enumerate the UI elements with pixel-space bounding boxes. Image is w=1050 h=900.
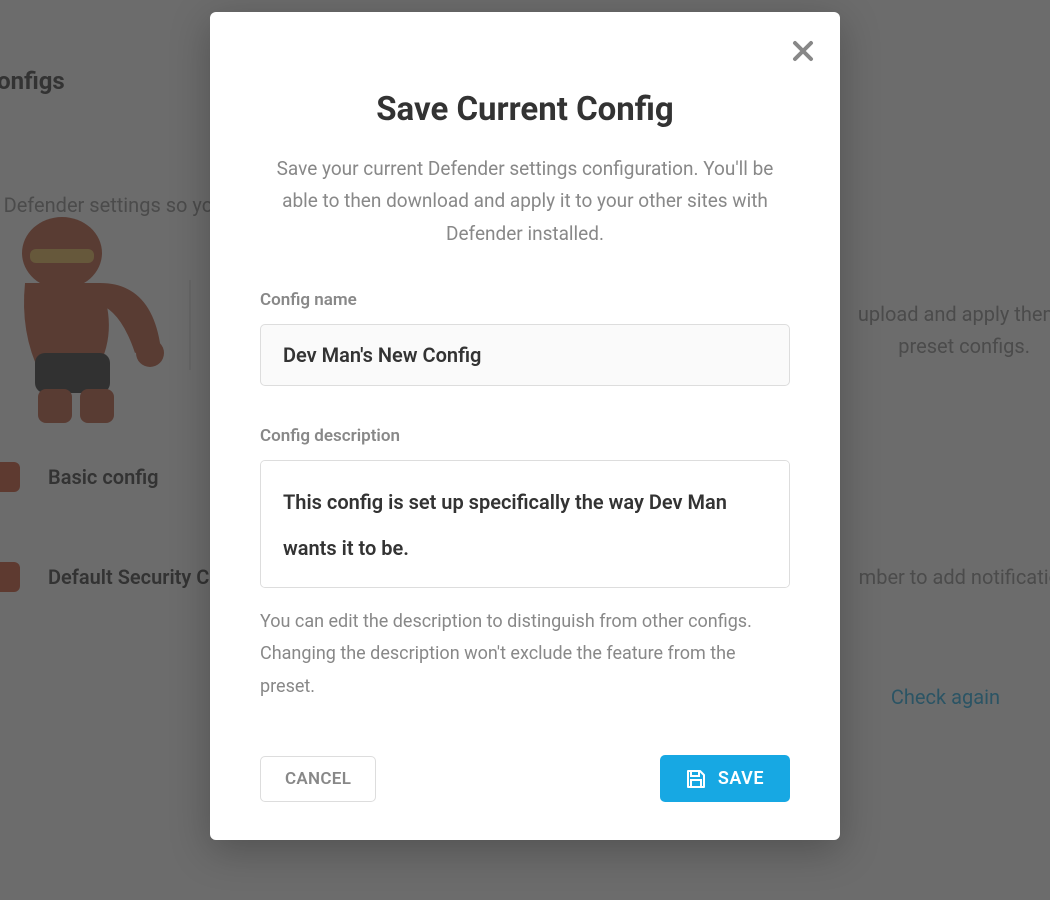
save-button-label: SAVE — [718, 768, 764, 789]
modal-footer: CANCEL SAVE — [260, 755, 790, 802]
config-name-label: Config name — [260, 290, 790, 310]
save-config-modal: Save Current Config Save your current De… — [210, 12, 840, 840]
close-icon — [792, 40, 814, 62]
config-description-help: You can edit the description to distingu… — [260, 606, 790, 703]
config-name-input[interactable] — [260, 324, 790, 386]
config-description-label: Config description — [260, 426, 790, 446]
page-backdrop: Preset Configs Configs bundle your Defen… — [0, 0, 1050, 900]
config-description-field: Config description You can edit the desc… — [260, 426, 790, 703]
config-description-input[interactable] — [260, 460, 790, 588]
modal-description: Save your current Defender settings conf… — [260, 153, 790, 250]
config-name-field: Config name — [260, 290, 790, 386]
modal-title: Save Current Config — [260, 90, 790, 129]
save-button[interactable]: SAVE — [660, 755, 790, 802]
cancel-button[interactable]: CANCEL — [260, 756, 376, 802]
save-disk-icon — [686, 769, 706, 789]
close-button[interactable] — [792, 40, 814, 62]
